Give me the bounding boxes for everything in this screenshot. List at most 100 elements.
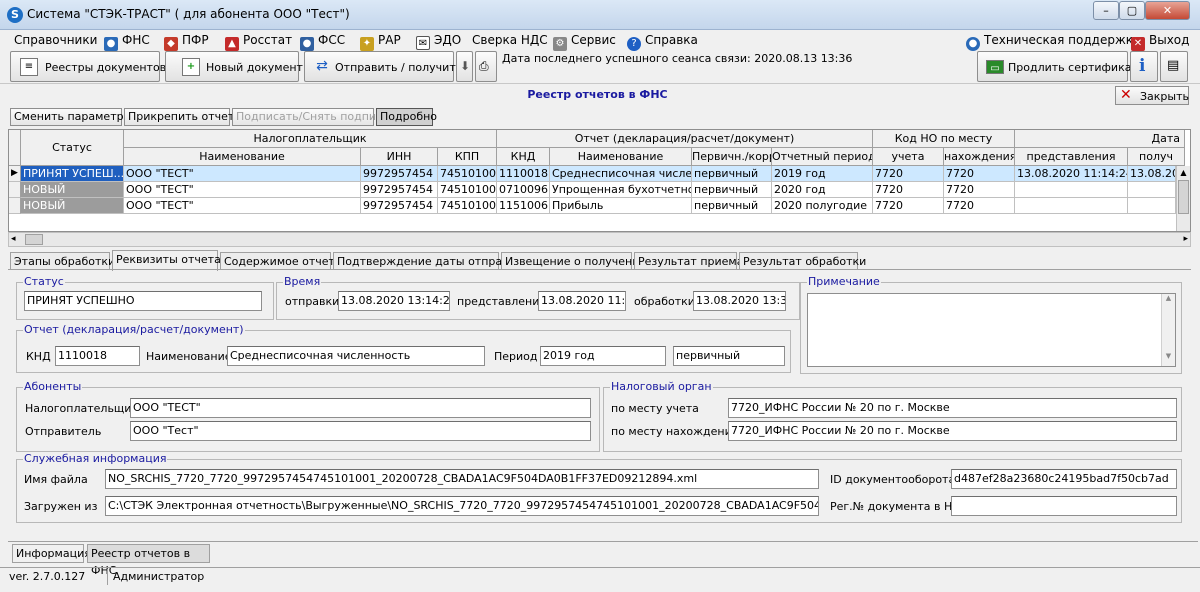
table-cell-inn[interactable]: 9972957454 (361, 166, 438, 182)
scroll-right-icon[interactable]: ▸ (1183, 233, 1188, 246)
table-cell-uchet[interactable]: 7720 (873, 182, 944, 198)
table-cell-kpp[interactable]: 745101001 (438, 166, 497, 182)
filename-field[interactable]: NO_SRCHIS_7720_7720_9972957454745101001_… (105, 469, 819, 489)
table-cell-knd[interactable]: 1151006 (497, 198, 550, 214)
note-textarea[interactable]: ▲ ▼ (807, 293, 1176, 367)
table-cell-inn[interactable]: 9972957454 (361, 198, 438, 214)
tab-acceptance-result[interactable]: Результат приема (634, 252, 743, 270)
tab-report-details[interactable]: Реквизиты отчета (112, 250, 221, 271)
table-cell-nahozhd[interactable]: 7720 (944, 166, 1015, 182)
column-header-status[interactable]: Статус (21, 130, 124, 166)
menu-spravka[interactable]: ? Справка (627, 33, 698, 51)
table-cell-knd[interactable]: 1110018 (497, 166, 550, 182)
download-arrow-button[interactable]: ⬇ (456, 51, 473, 82)
menu-sverka-nds[interactable]: Сверка НДС (472, 33, 548, 47)
table-cell-period[interactable]: 2019 год (772, 166, 873, 182)
table-cell-status[interactable]: ПРИНЯТ УСПЕШ... (21, 166, 124, 182)
processed-time-field[interactable]: 13.08.2020 13:37: (693, 291, 786, 311)
table-cell-report-name[interactable]: Прибыль (550, 198, 692, 214)
table-cell-name[interactable]: ООО "ТЕСТ" (124, 166, 361, 182)
knd-field[interactable]: 1110018 (55, 346, 140, 366)
note-scroll-up-icon[interactable]: ▲ (1162, 294, 1175, 302)
column-header-name[interactable]: Наименование (124, 148, 361, 166)
table-cell-report-name[interactable]: Среднесписочная числен... (550, 166, 692, 182)
column-header-period[interactable]: Отчетный период (772, 148, 873, 166)
menu-fss[interactable]: ● ФСС (300, 33, 345, 51)
close-panel-button[interactable]: ✕ Закрыть (1115, 86, 1189, 105)
vertical-scroll-thumb[interactable] (1178, 180, 1189, 214)
period-field[interactable]: 2019 год (540, 346, 666, 366)
menu-rar[interactable]: ✦ РАР (360, 33, 401, 51)
detailed-toggle[interactable]: Подробно (376, 108, 437, 126)
change-params-button[interactable]: Сменить параметры (10, 108, 132, 126)
sender-field[interactable]: ООО "Тест" (130, 421, 591, 441)
uchet-field[interactable]: 7720_ИФНС России № 20 по г. Москве (728, 398, 1177, 418)
report-kind-field[interactable]: первичный (673, 346, 785, 366)
table-cell-status[interactable]: НОВЫЙ (21, 198, 124, 214)
table-cell-nahozhd[interactable]: 7720 (944, 198, 1015, 214)
table-cell-kpp[interactable]: 745101001 (438, 182, 497, 198)
vertical-scrollbar[interactable]: ▲ (1176, 166, 1190, 231)
table-cell-status[interactable]: НОВЫЙ (21, 182, 124, 198)
sign-button[interactable]: Подписать/Снять подпись (232, 108, 389, 126)
send-receive-button[interactable]: ⇄ Отправить / получить (304, 51, 462, 82)
submit-time-field[interactable]: 13.08.2020 11:1 (538, 291, 626, 311)
column-header-kpp[interactable]: КПП (438, 148, 497, 166)
tab-receipt-notice[interactable]: Извещение о получении (501, 252, 647, 270)
table-cell-knd[interactable]: 0710096 (497, 182, 550, 198)
attach-report-button[interactable]: Прикрепить отчет... (124, 108, 245, 126)
table-cell-submit[interactable] (1015, 182, 1128, 198)
registries-button[interactable]: ≡ Реестры документов (10, 51, 166, 82)
tab-fns-registry[interactable]: Реестр отчетов в ФНС (87, 544, 210, 577)
row-indicator[interactable] (9, 198, 21, 214)
status-field[interactable]: ПРИНЯТ УСПЕШНО (24, 291, 262, 311)
row-indicator[interactable] (9, 182, 21, 198)
table-cell-prim[interactable]: первичный (692, 166, 772, 182)
loaded-from-field[interactable]: C:\СТЭК Электронная отчетность\Выгруженн… (105, 496, 819, 516)
table-cell-receive[interactable] (1128, 182, 1176, 198)
tab-send-date-confirmation[interactable]: Подтверждение даты отправки (333, 252, 522, 270)
table-cell-submit[interactable] (1015, 198, 1128, 214)
menu-spravochniki[interactable]: Справочники (14, 33, 97, 47)
menu-servis[interactable]: ⚙ Сервис (553, 33, 616, 51)
nahozhd-field[interactable]: 7720_ИФНС России № 20 по г. Москве (728, 421, 1177, 441)
document-export-button[interactable]: ⎙ (475, 51, 497, 82)
column-header-inn[interactable]: ИНН (361, 148, 438, 166)
renew-certificate-button[interactable]: ▭ Продлить сертификат (977, 51, 1138, 82)
table-cell-receive[interactable] (1128, 198, 1176, 214)
row-indicator[interactable]: ▶ (9, 166, 21, 182)
close-window-button[interactable]: ✕ (1145, 1, 1190, 20)
column-header-receive[interactable]: получ (1128, 148, 1185, 166)
table-cell-kpp[interactable]: 745101001 (438, 198, 497, 214)
report-name-field[interactable]: Среднесписочная численность (227, 346, 485, 366)
taxpayer-field[interactable]: ООО "ТЕСТ" (130, 398, 591, 418)
tab-information[interactable]: Информация (12, 544, 91, 563)
note-scroll-down-icon[interactable]: ▼ (1162, 352, 1175, 360)
horizontal-scroll-thumb[interactable] (25, 234, 43, 245)
docflow-id-field[interactable]: d487ef28a23680c24195bad7f50cb7ad (951, 469, 1177, 489)
maximize-button[interactable]: ▢ (1119, 1, 1145, 20)
column-header-knd[interactable]: КНД (497, 148, 550, 166)
scroll-up-icon[interactable]: ▲ (1177, 166, 1190, 180)
menu-fns[interactable]: ● ФНС (104, 33, 150, 51)
horizontal-scrollbar[interactable]: ◂ ▸ (8, 232, 1191, 247)
table-cell-uchet[interactable]: 7720 (873, 166, 944, 182)
note-scrollbar[interactable]: ▲ ▼ (1161, 294, 1175, 366)
tab-report-content[interactable]: Содержимое отчета (220, 252, 342, 270)
column-header-uchet[interactable]: учета (873, 148, 944, 166)
table-cell-name[interactable]: ООО "ТЕСТ" (124, 182, 361, 198)
sent-time-field[interactable]: 13.08.2020 13:14:22 (338, 291, 450, 311)
table-cell-prim[interactable]: первичный (692, 182, 772, 198)
table-cell-uchet[interactable]: 7720 (873, 198, 944, 214)
table-cell-nahozhd[interactable]: 7720 (944, 182, 1015, 198)
tab-processing-stages[interactable]: Этапы обработки (10, 252, 115, 270)
scroll-left-icon[interactable]: ◂ (11, 233, 16, 246)
column-header-primary[interactable]: Первичн./корр. (692, 148, 772, 166)
column-header-nahozhd[interactable]: нахождения (944, 148, 1015, 166)
info-button[interactable]: i (1130, 51, 1158, 82)
column-header-report-name[interactable]: Наименование (550, 148, 692, 166)
menu-rosstat[interactable]: ▲ Росстат (225, 33, 292, 51)
table-cell-period[interactable]: 2020 полугодие (772, 198, 873, 214)
table-cell-period[interactable]: 2020 год (772, 182, 873, 198)
menu-support[interactable]: ● Техническая поддержка (966, 33, 1140, 51)
